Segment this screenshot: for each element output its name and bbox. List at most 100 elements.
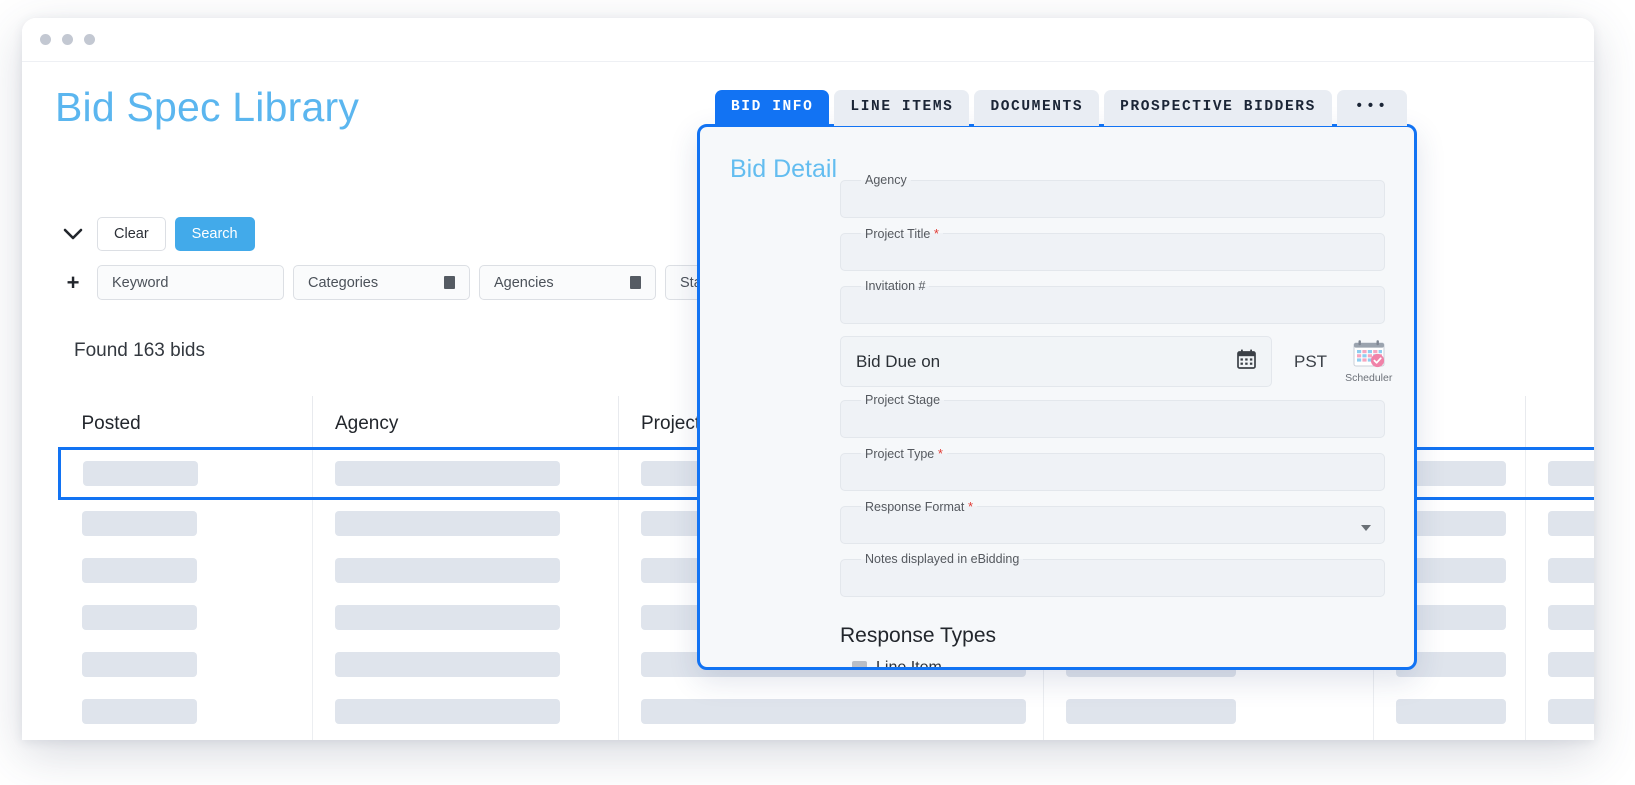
- calendar-icon[interactable]: [1237, 349, 1256, 374]
- field-project-stage[interactable]: Project Stage: [840, 393, 1385, 438]
- table-row[interactable]: [59, 734, 1595, 741]
- tab-line-items[interactable]: LINE ITEMS: [834, 90, 970, 127]
- skeleton-placeholder: [81, 698, 197, 724]
- table-cell: [59, 640, 313, 688]
- bid-due-on-placeholder: Bid Due on: [856, 351, 941, 371]
- field-response-format[interactable]: Response Format *: [840, 499, 1385, 544]
- skeleton-placeholder: [81, 651, 197, 677]
- table-cell: [1526, 547, 1594, 594]
- scheduler-label: Scheduler: [1345, 372, 1393, 384]
- table-cell: [59, 687, 313, 735]
- bid-due-row: Bid Due on PST Scheduler: [840, 336, 1392, 387]
- skeleton-placeholder: [335, 460, 560, 486]
- bid-detail-tabstrip: BID INFO LINE ITEMS DOCUMENTS PROSPECTIV…: [715, 90, 1407, 127]
- field-project-title-label: Project Title: [865, 227, 931, 241]
- filter-keyword-label: Keyword: [112, 274, 169, 291]
- field-project-type-label: Project Type: [865, 447, 935, 461]
- filter-categories-label: Categories: [308, 274, 379, 291]
- table-cell: [1526, 735, 1595, 741]
- results-count: Found 163 bids: [74, 340, 205, 361]
- skeleton-placeholder: [1548, 557, 1594, 583]
- skeleton-placeholder: [81, 510, 197, 536]
- table-cell: [1525, 446, 1594, 500]
- search-toolbar: Clear Search: [58, 217, 255, 252]
- table-cell: [1373, 734, 1526, 740]
- bid-info-form: Agency Project Title * Invitation # Bid …: [840, 173, 1392, 605]
- skeleton-placeholder: [335, 698, 560, 724]
- dropdown-square-icon: [630, 276, 641, 289]
- skeleton-placeholder: [1548, 460, 1594, 486]
- page-title: Bid Spec Library: [55, 84, 360, 130]
- filter-agencies-label: Agencies: [494, 274, 554, 291]
- table-cell: [312, 640, 619, 688]
- timezone-label: PST: [1294, 351, 1328, 371]
- response-types-heading: Response Types: [840, 624, 997, 647]
- dropdown-square-icon: [444, 276, 455, 289]
- table-cell: [1526, 688, 1594, 735]
- tab-prospective-bidders[interactable]: PROSPECTIVE BIDDERS: [1104, 90, 1332, 127]
- scheduler-button[interactable]: Scheduler: [1345, 339, 1392, 384]
- required-marker: *: [934, 446, 943, 461]
- table-cell: [618, 734, 1044, 740]
- table-cell: [58, 446, 313, 500]
- field-invitation-number[interactable]: Invitation #: [840, 279, 1385, 324]
- table-cell: [618, 687, 1044, 735]
- add-filter-icon[interactable]: +: [58, 268, 88, 298]
- response-type-line-item[interactable]: Line Item: [852, 659, 942, 667]
- field-notes-ebidding[interactable]: Notes displayed in eBidding: [840, 552, 1385, 597]
- skeleton-placeholder: [335, 557, 560, 583]
- chevron-down-icon[interactable]: [1361, 525, 1371, 531]
- close-dot[interactable]: [40, 34, 51, 45]
- skeleton-placeholder: [81, 557, 197, 583]
- tab-bid-info[interactable]: BID INFO: [715, 90, 830, 127]
- field-response-format-label: Response Format: [865, 500, 965, 514]
- table-cell: [1526, 641, 1594, 688]
- required-marker: *: [930, 226, 939, 241]
- skeleton-placeholder: [83, 460, 198, 486]
- filter-keyword[interactable]: Keyword: [97, 265, 284, 300]
- table-cell: [312, 593, 619, 641]
- filter-categories[interactable]: Categories: [293, 265, 470, 300]
- skeleton-placeholder: [1396, 698, 1506, 724]
- tab-overflow-menu[interactable]: •••: [1336, 90, 1407, 127]
- field-agency[interactable]: Agency: [840, 173, 1385, 218]
- skeleton-placeholder: [1548, 651, 1594, 677]
- maximize-dot[interactable]: [84, 34, 95, 45]
- field-project-stage-label: Project Stage: [865, 393, 941, 407]
- table-cell: [1526, 498, 1594, 547]
- field-project-type[interactable]: Project Type *: [840, 446, 1385, 491]
- skeleton-placeholder: [1548, 510, 1594, 536]
- bid-due-on-input[interactable]: Bid Due on: [840, 336, 1272, 387]
- field-project-title[interactable]: Project Title *: [840, 226, 1385, 271]
- skeleton-placeholder: [641, 698, 1026, 724]
- table-cell: [312, 546, 619, 594]
- table-cell: [59, 546, 313, 594]
- skeleton-placeholder: [335, 651, 560, 677]
- table-cell: [1043, 734, 1374, 740]
- clear-button[interactable]: Clear: [97, 217, 166, 252]
- search-button[interactable]: Search: [174, 217, 255, 252]
- skeleton-placeholder: [81, 604, 197, 630]
- tab-documents[interactable]: DOCUMENTS: [974, 90, 1100, 127]
- field-invitation-number-label: Invitation #: [865, 279, 926, 293]
- scheduler-calendar-icon: [1352, 339, 1386, 370]
- table-cell: [59, 734, 313, 740]
- table-row[interactable]: [59, 687, 1594, 735]
- table-cell: [312, 498, 619, 547]
- field-notes-ebidding-label: Notes displayed in eBidding: [865, 552, 1020, 566]
- skeleton-placeholder: [1548, 604, 1594, 630]
- column-header-6[interactable]: [1525, 396, 1594, 449]
- chevron-down-icon[interactable]: [58, 219, 88, 249]
- table-cell: [1526, 594, 1594, 641]
- bid-detail-modal: Bid Detail Agency Project Title * Invita…: [697, 124, 1417, 670]
- column-header-posted[interactable]: Posted: [59, 396, 313, 449]
- skeleton-placeholder: [335, 604, 560, 630]
- minimize-dot[interactable]: [62, 34, 73, 45]
- skeleton-placeholder: [1548, 698, 1594, 724]
- skeleton-placeholder: [335, 510, 560, 536]
- table-cell: [1043, 687, 1374, 735]
- checkbox-icon[interactable]: [852, 660, 867, 667]
- filter-agencies[interactable]: Agencies: [479, 265, 656, 300]
- table-cell: [312, 734, 619, 740]
- column-header-agency[interactable]: Agency: [312, 396, 619, 449]
